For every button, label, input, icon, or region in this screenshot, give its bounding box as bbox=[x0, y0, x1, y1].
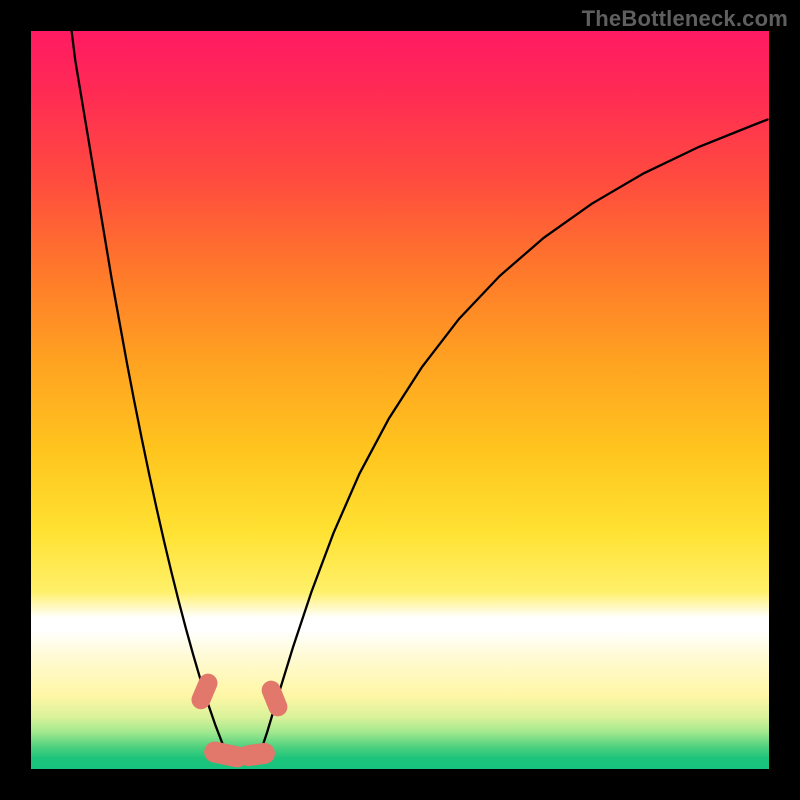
curve-layer bbox=[31, 31, 769, 769]
watermark-text: TheBottleneck.com bbox=[582, 6, 788, 32]
plot-area bbox=[31, 31, 769, 769]
curve-right-arm bbox=[256, 120, 767, 764]
curve-left-arm bbox=[72, 31, 232, 763]
chart-stage: TheBottleneck.com bbox=[0, 0, 800, 800]
